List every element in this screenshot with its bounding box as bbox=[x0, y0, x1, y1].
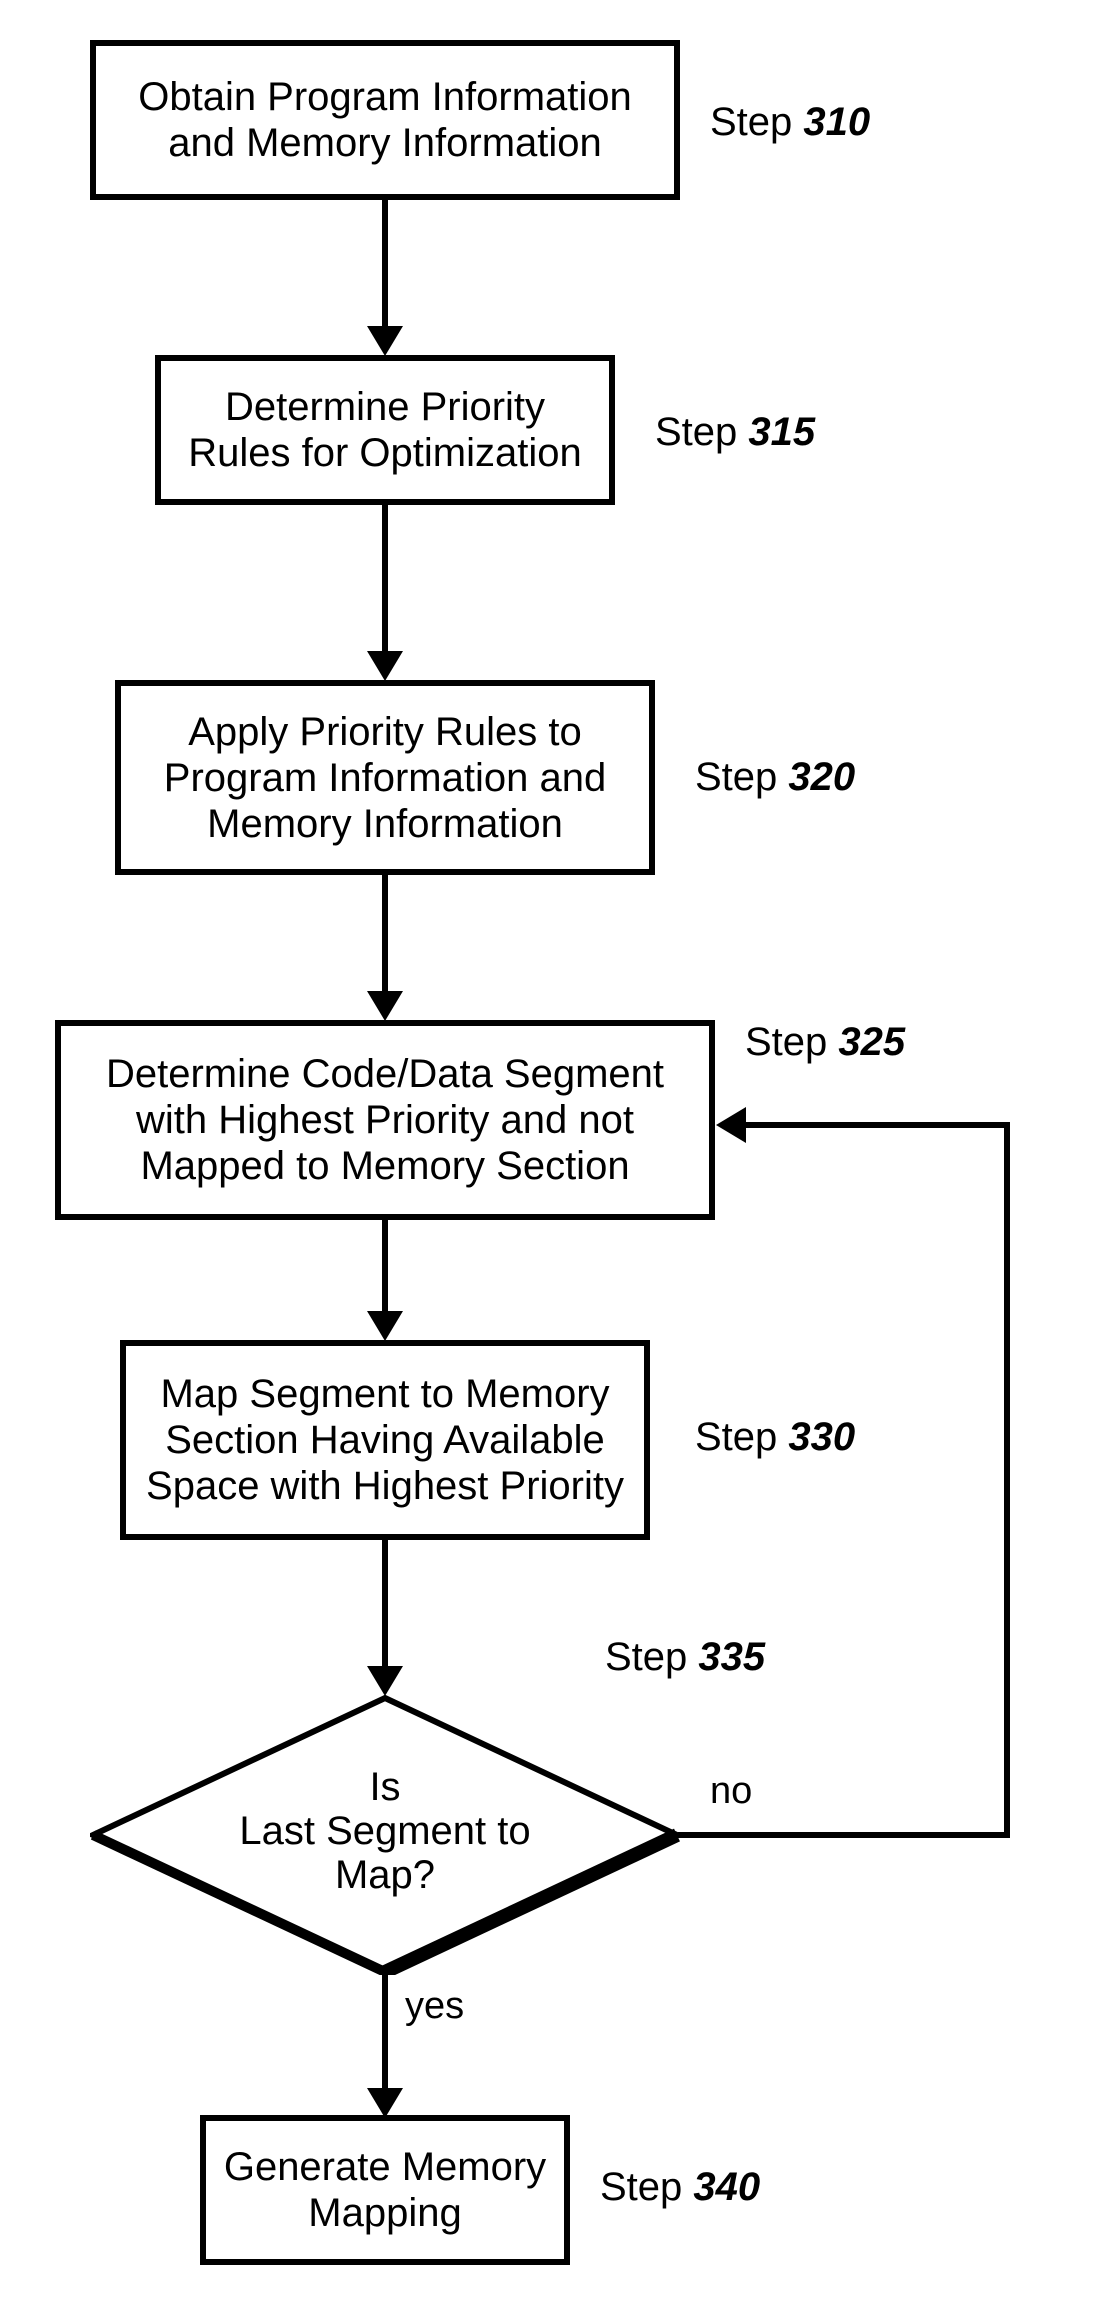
node-335: IsLast Segment toMap? bbox=[90, 1695, 680, 1975]
label-320: Step 320 bbox=[695, 755, 855, 800]
node-320-text: Apply Priority Rules to Program Informat… bbox=[135, 709, 635, 847]
flowchart-canvas: Obtain Program Information and Memory In… bbox=[0, 0, 1098, 2300]
edge-320-325-arrow bbox=[367, 991, 403, 1021]
label-315: Step 315 bbox=[655, 410, 815, 455]
edge-320-325-line bbox=[382, 875, 388, 995]
edge-335-340-line bbox=[382, 1972, 388, 2092]
edge-no-label: no bbox=[710, 1770, 752, 1813]
edge-335-340-arrow bbox=[367, 2088, 403, 2118]
label-335: Step 335 bbox=[605, 1635, 765, 1680]
edge-325-330-line bbox=[382, 1220, 388, 1315]
node-315: Determine Priority Rules for Optimizatio… bbox=[155, 355, 615, 505]
node-310-text: Obtain Program Information and Memory In… bbox=[110, 74, 660, 166]
node-340: Generate Memory Mapping bbox=[200, 2115, 570, 2265]
edge-no-v bbox=[1004, 1125, 1010, 1838]
node-325: Determine Code/Data Segment with Highest… bbox=[55, 1020, 715, 1220]
label-325: Step 325 bbox=[745, 1020, 905, 1065]
node-320: Apply Priority Rules to Program Informat… bbox=[115, 680, 655, 875]
node-330: Map Segment to Memory Section Having Ava… bbox=[120, 1340, 650, 1540]
label-310: Step 310 bbox=[710, 100, 870, 145]
edge-315-320-line bbox=[382, 505, 388, 655]
edge-no-h2 bbox=[745, 1122, 1010, 1128]
label-330: Step 330 bbox=[695, 1415, 855, 1460]
edge-330-335-arrow bbox=[367, 1666, 403, 1696]
node-335-text: IsLast Segment toMap? bbox=[90, 1765, 680, 1897]
node-330-text: Map Segment to Memory Section Having Ava… bbox=[140, 1371, 630, 1509]
node-310: Obtain Program Information and Memory In… bbox=[90, 40, 680, 200]
edge-315-320-arrow bbox=[367, 651, 403, 681]
label-340: Step 340 bbox=[600, 2165, 760, 2210]
edge-330-335-line bbox=[382, 1540, 388, 1670]
edge-no-arrow bbox=[716, 1107, 746, 1143]
edge-325-330-arrow bbox=[367, 1311, 403, 1341]
edge-no-h1 bbox=[678, 1832, 1010, 1838]
node-315-text: Determine Priority Rules for Optimizatio… bbox=[175, 384, 595, 476]
node-340-text: Generate Memory Mapping bbox=[220, 2144, 550, 2236]
edge-310-315-line bbox=[382, 200, 388, 330]
node-325-text: Determine Code/Data Segment with Highest… bbox=[75, 1051, 695, 1189]
edge-310-315-arrow bbox=[367, 326, 403, 356]
edge-yes-label: yes bbox=[405, 1985, 464, 2028]
